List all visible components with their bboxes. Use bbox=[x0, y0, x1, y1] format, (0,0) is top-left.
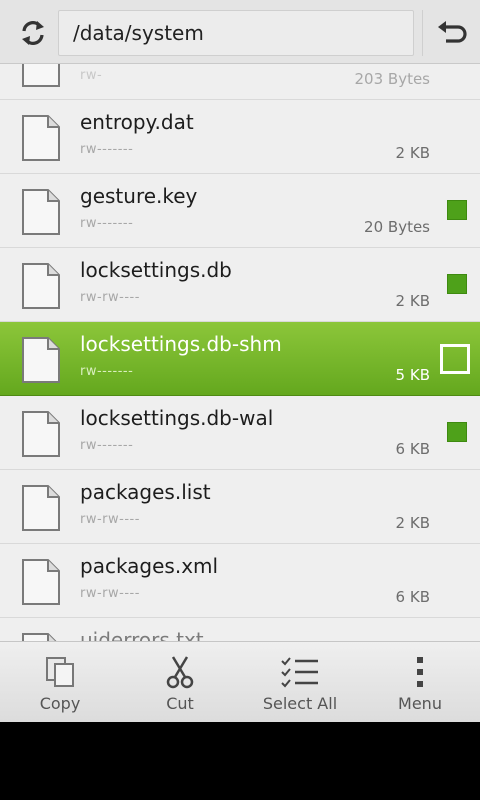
file-row[interactable]: entropy.dat rw------- 2 KB bbox=[0, 100, 480, 174]
cut-label: Cut bbox=[166, 694, 194, 713]
file-name: uiderrors.txt bbox=[80, 628, 204, 641]
path-field[interactable]: /data/system bbox=[58, 10, 414, 56]
file-row[interactable]: rw- 203 Bytes bbox=[0, 64, 480, 100]
bottom-toolbar: Copy Cut Select All Menu bbox=[0, 641, 480, 722]
select-all-button[interactable]: Select All bbox=[240, 642, 360, 722]
file-name: locksettings.db bbox=[80, 258, 232, 282]
file-row[interactable]: locksettings.db-shm rw------- 5 KB bbox=[0, 322, 480, 396]
file-icon bbox=[20, 410, 62, 458]
file-row[interactable]: uiderrors.txt bbox=[0, 618, 480, 641]
refresh-button[interactable] bbox=[10, 10, 56, 56]
menu-button[interactable]: Menu bbox=[360, 642, 480, 722]
file-icon bbox=[20, 64, 62, 88]
file-size: 2 KB bbox=[395, 514, 430, 532]
file-row[interactable]: gesture.key rw------- 20 Bytes bbox=[0, 174, 480, 248]
back-arrow-icon bbox=[437, 21, 467, 43]
file-icon bbox=[20, 336, 62, 384]
file-row[interactable]: packages.list rw-rw---- 2 KB bbox=[0, 470, 480, 544]
file-permissions: rw------- bbox=[80, 216, 134, 231]
select-all-label: Select All bbox=[262, 694, 338, 713]
file-manager-screen: /data/system rw- 203 Bytes entropy.dat rw--… bbox=[0, 0, 480, 722]
file-name: locksettings.db-wal bbox=[80, 406, 274, 430]
refresh-icon bbox=[22, 21, 44, 45]
file-name: entropy.dat bbox=[80, 110, 194, 134]
file-permissions: rw------- bbox=[80, 438, 134, 453]
selection-checkbox[interactable] bbox=[447, 274, 467, 294]
copy-button[interactable]: Copy bbox=[0, 642, 120, 722]
file-permissions: rw-rw---- bbox=[80, 512, 140, 527]
file-name: locksettings.db-shm bbox=[80, 332, 282, 356]
file-icon bbox=[20, 484, 62, 532]
file-permissions: rw------- bbox=[80, 142, 134, 157]
selection-checkbox[interactable] bbox=[440, 344, 470, 374]
scissors-icon bbox=[166, 656, 194, 689]
file-size: 20 Bytes bbox=[364, 218, 430, 236]
file-permissions: rw-rw---- bbox=[80, 586, 140, 601]
file-icon bbox=[20, 262, 62, 310]
file-list[interactable]: rw- 203 Bytes entropy.dat rw------- 2 KB gest… bbox=[0, 64, 480, 641]
current-path: /data/system bbox=[73, 21, 204, 45]
copy-icon bbox=[46, 657, 74, 687]
overflow-menu-icon bbox=[417, 657, 423, 687]
file-name: packages.xml bbox=[80, 554, 219, 578]
file-permissions: rw-rw---- bbox=[80, 290, 140, 305]
file-row[interactable]: locksettings.db-wal rw------- 6 KB bbox=[0, 396, 480, 470]
file-icon bbox=[20, 632, 62, 641]
checklist-icon bbox=[281, 657, 318, 688]
file-size: 5 KB bbox=[395, 366, 430, 384]
file-size: 2 KB bbox=[395, 292, 430, 310]
file-size: 6 KB bbox=[395, 440, 430, 458]
menu-label: Menu bbox=[398, 694, 442, 713]
file-permissions: rw------- bbox=[80, 364, 134, 379]
file-name: gesture.key bbox=[80, 184, 198, 208]
back-button[interactable] bbox=[422, 10, 480, 56]
file-size: 2 KB bbox=[395, 144, 430, 162]
file-icon bbox=[20, 558, 62, 606]
path-bar: /data/system bbox=[0, 0, 480, 64]
file-icon bbox=[20, 188, 62, 236]
file-size: 6 KB bbox=[395, 588, 430, 606]
file-permissions: rw- bbox=[80, 68, 103, 83]
file-row[interactable]: packages.xml rw-rw---- 6 KB bbox=[0, 544, 480, 618]
file-icon bbox=[20, 114, 62, 162]
selection-checkbox[interactable] bbox=[447, 422, 467, 442]
file-size: 203 Bytes bbox=[354, 70, 431, 88]
copy-label: Copy bbox=[39, 694, 81, 713]
file-row[interactable]: locksettings.db rw-rw---- 2 KB bbox=[0, 248, 480, 322]
cut-button[interactable]: Cut bbox=[120, 642, 240, 722]
file-name: packages.list bbox=[80, 480, 211, 504]
selection-checkbox[interactable] bbox=[447, 200, 467, 220]
